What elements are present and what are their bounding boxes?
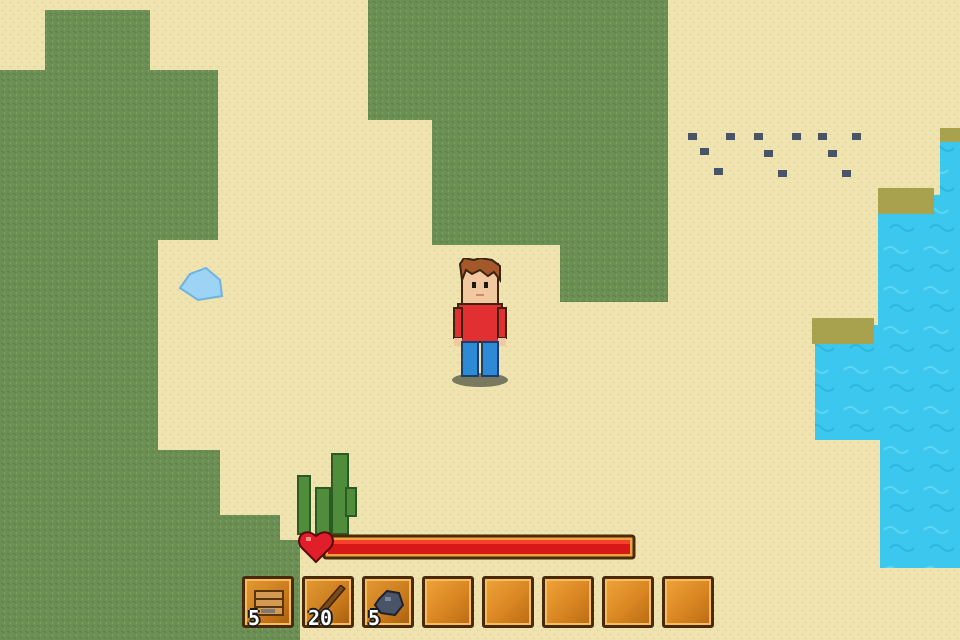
game-viewport[interactable]: 5 20 5 xyxy=(0,0,960,640)
hotbar-slot-6[interactable] xyxy=(542,576,594,628)
hotbar-slot-8[interactable] xyxy=(662,576,714,628)
item-count: 20 xyxy=(308,606,333,630)
hotbar-slot-5[interactable] xyxy=(482,576,534,628)
shore-grass xyxy=(878,188,934,214)
hotbar-slot-4[interactable] xyxy=(422,576,474,628)
hotbar-slot-7[interactable] xyxy=(602,576,654,628)
hotbar-slot-2[interactable]: 20 xyxy=(302,576,354,628)
cactus-icon xyxy=(297,453,357,535)
player-character-icon xyxy=(452,258,508,387)
shore-grass xyxy=(812,318,874,344)
hotbar-slot-1[interactable]: 5 xyxy=(242,576,294,628)
health-bar xyxy=(298,531,636,564)
hotbar-slot-3[interactable]: 5 xyxy=(362,576,414,628)
inventory-hotbar: 5 20 5 xyxy=(242,576,714,628)
item-count: 5 xyxy=(368,606,381,630)
item-count: 5 xyxy=(248,606,261,630)
shore-grass xyxy=(940,128,960,142)
